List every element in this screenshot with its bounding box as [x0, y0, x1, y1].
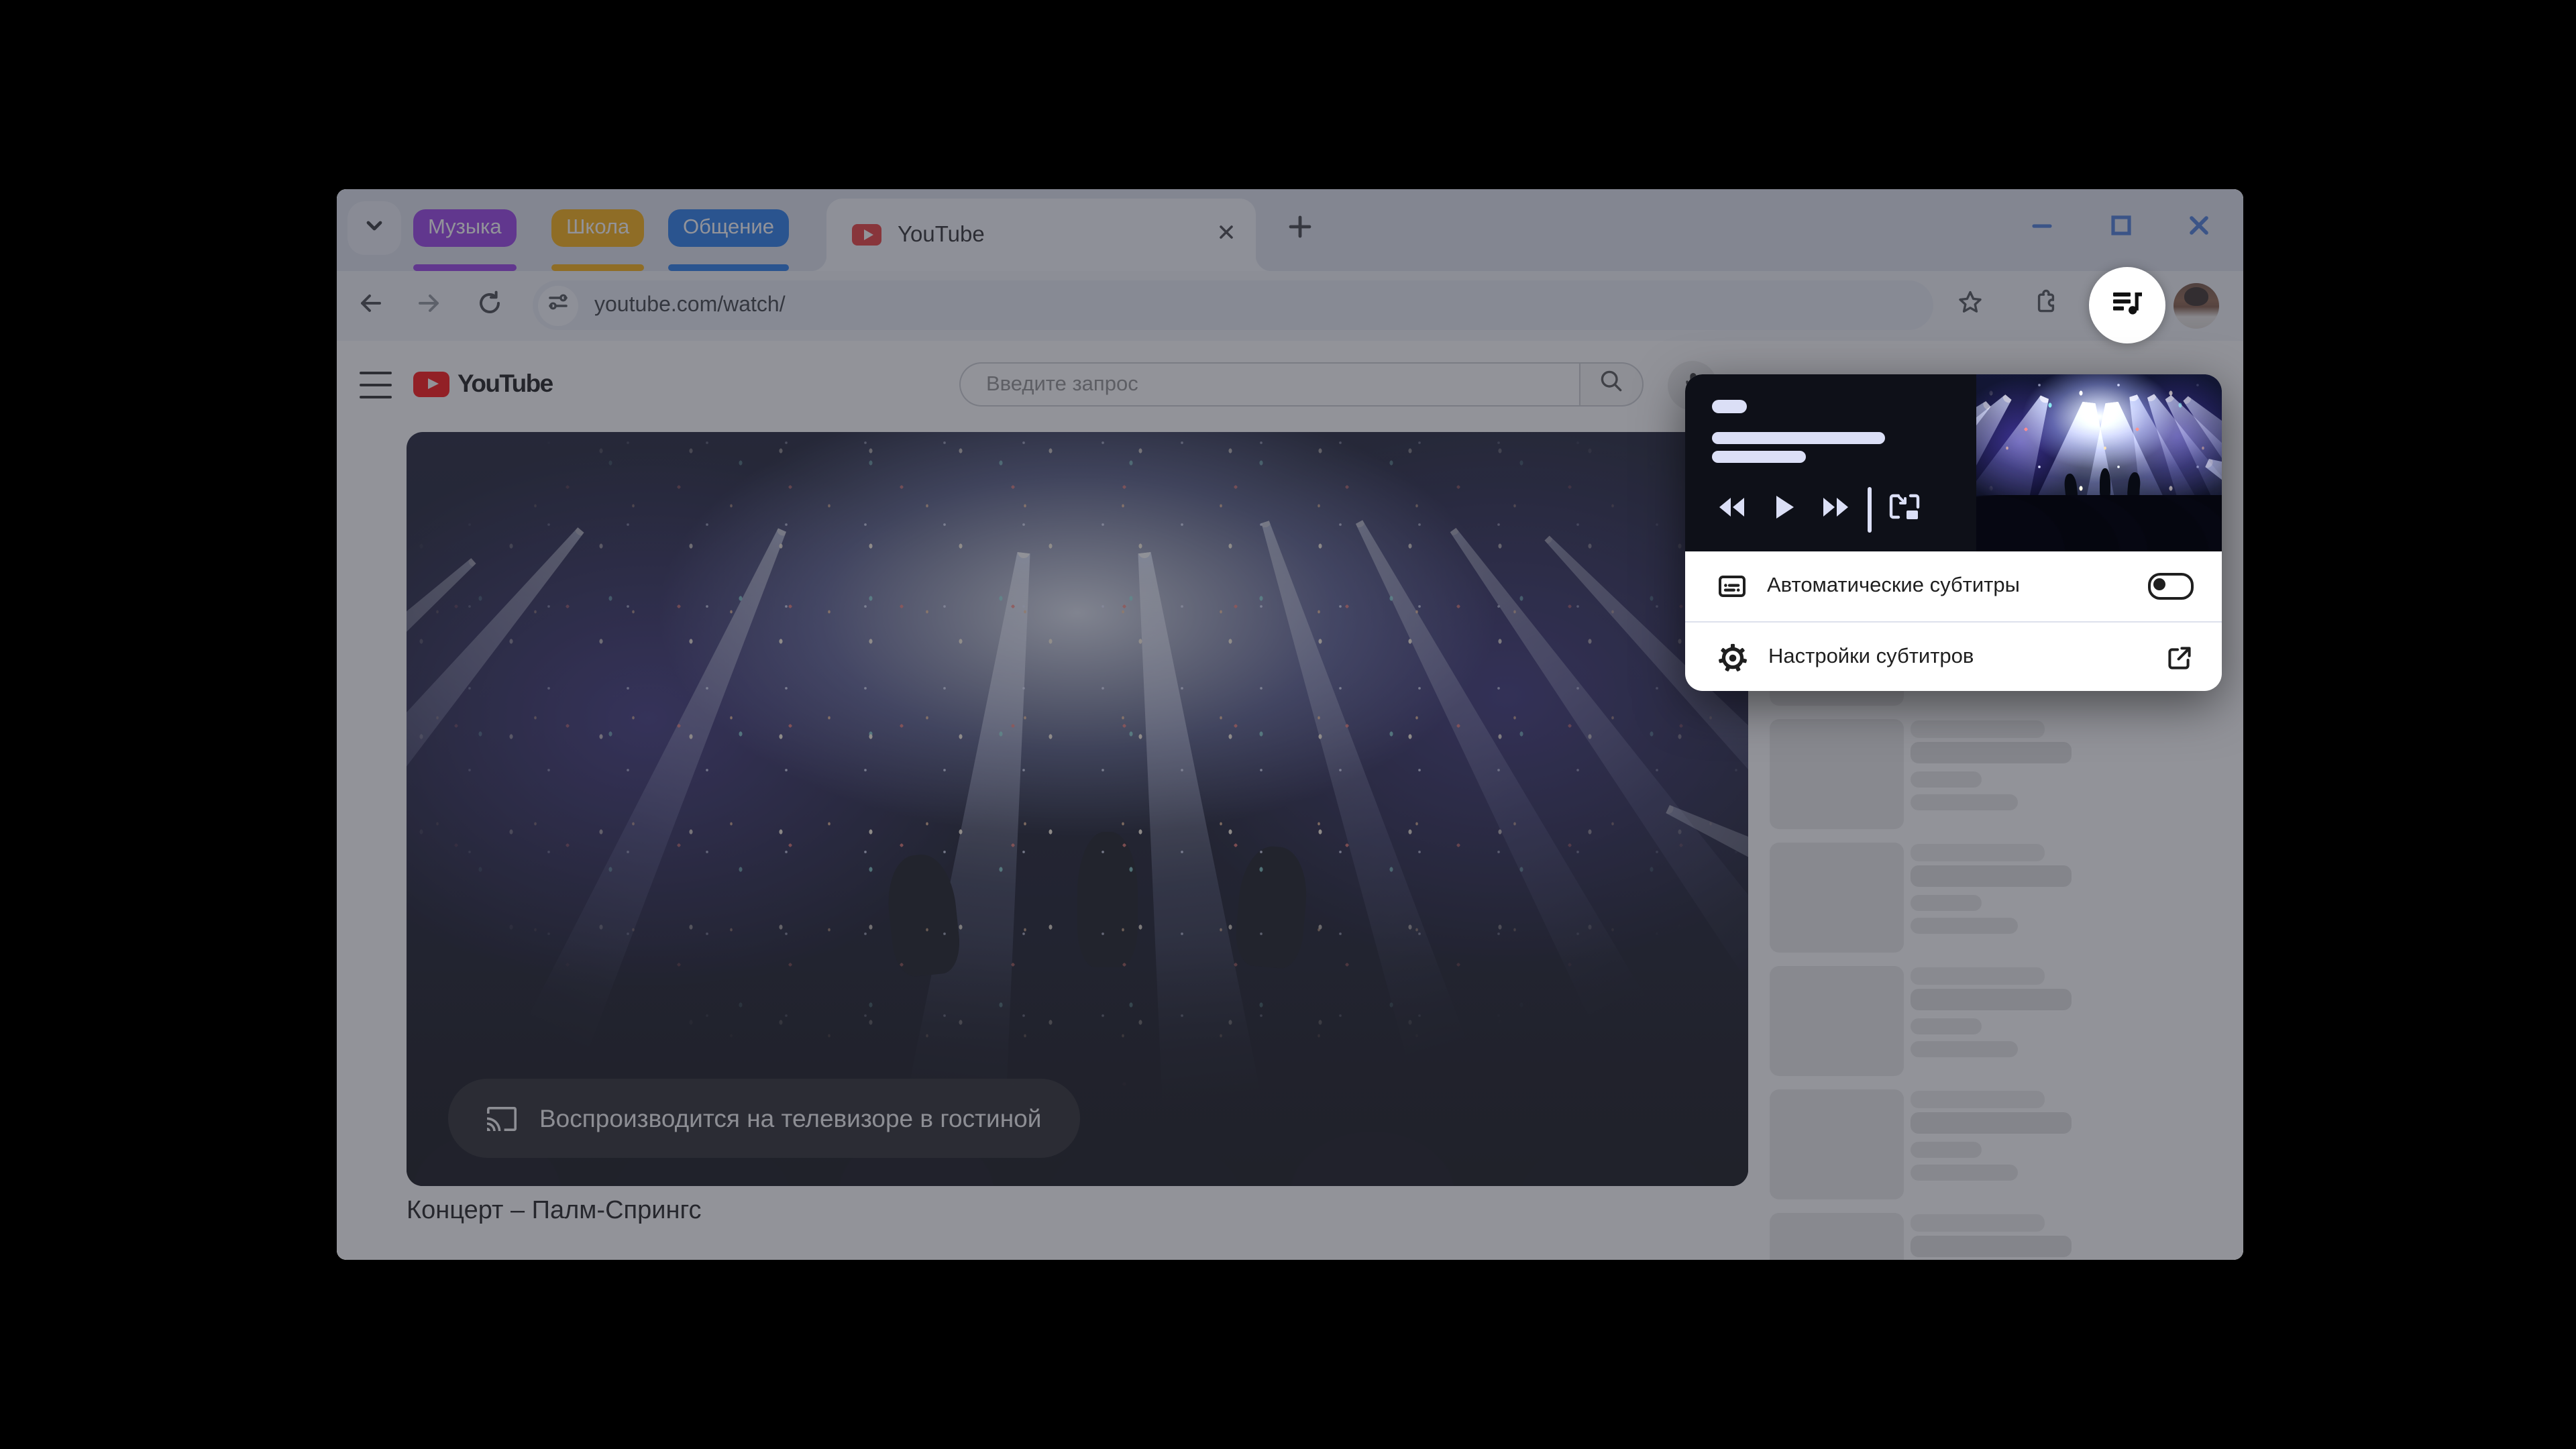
- fast-rewind-icon: [1715, 494, 1746, 525]
- gear-icon: [1717, 642, 1748, 673]
- captions-icon: [1717, 572, 1747, 601]
- caption-settings-row[interactable]: Настройки субтитров: [1685, 623, 2222, 692]
- confetti-overlay: [1976, 374, 2222, 551]
- title-placeholder: [1712, 432, 1885, 444]
- media-artwork: [1976, 374, 2222, 551]
- fast-forward-icon: [1820, 494, 1851, 525]
- spotlight-scrim: [337, 189, 2243, 1260]
- artist-placeholder: [1712, 451, 1806, 463]
- media-controls-popup: Автоматические субтитры Настройки субтит…: [1685, 374, 2222, 691]
- open-external-icon: [2165, 643, 2194, 672]
- browser-window: Музыка Школа Общение YouTube: [337, 189, 2243, 1260]
- picture-in-picture-button[interactable]: [1884, 487, 1924, 533]
- captions-toggle[interactable]: [2148, 573, 2194, 600]
- auto-captions-label: Автоматические субтитры: [1767, 574, 2148, 598]
- caption-settings-label: Настройки субтитров: [1768, 645, 2165, 669]
- toggle-knob: [2153, 578, 2165, 591]
- previous-track-button[interactable]: [1715, 487, 1747, 533]
- next-track-button[interactable]: [1819, 487, 1851, 533]
- controls-divider: [1868, 487, 1871, 533]
- picture-in-picture-icon: [1886, 491, 1922, 529]
- concert-artwork-image: [1976, 374, 2222, 551]
- play-icon: [1772, 493, 1796, 527]
- play-button[interactable]: [1770, 487, 1799, 533]
- desktop: Музыка Школа Общение YouTube: [0, 0, 2576, 1449]
- queue-music-icon: [2109, 284, 2145, 327]
- source-placeholder: [1712, 400, 1747, 413]
- auto-captions-row[interactable]: Автоматические субтитры: [1685, 551, 2222, 621]
- media-session-card: [1685, 374, 2222, 551]
- media-controls-button[interactable]: [2089, 267, 2165, 343]
